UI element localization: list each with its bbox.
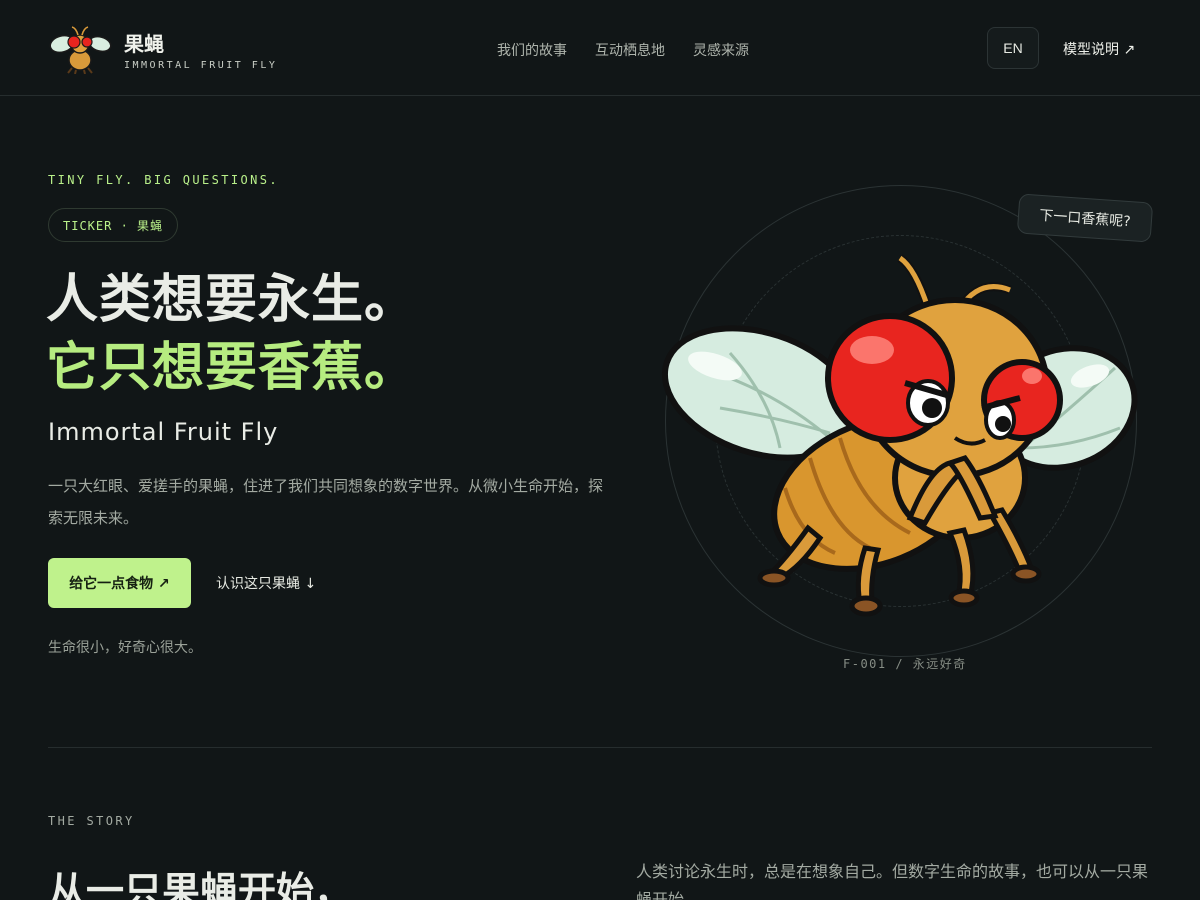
ticker-badge: TICKER · 果蝇: [48, 208, 179, 242]
section-divider: [48, 747, 1152, 748]
story-text: 人类讨论永生时，总是在想象自己。但数字生命的故事，也可以从一只果蝇开始。: [636, 862, 1149, 900]
fruit-fly-logo-icon[interactable]: [48, 24, 112, 74]
hero-eyebrow: TINY FLY. BIG QUESTIONS.: [48, 173, 279, 187]
feed-it-button[interactable]: 给它一点食物 ↗: [48, 558, 191, 608]
story-section-label: THE STORY: [48, 814, 135, 828]
fruit-fly-mascot-illustration[interactable]: [660, 248, 1144, 618]
hero-subtitle: Immortal Fruit Fly: [48, 418, 279, 446]
site-header: 果蝇 IMMORTAL FRUIT FLY 我们的故事 互动栖息地 灵感来源 E…: [0, 0, 1200, 96]
language-toggle-button[interactable]: EN: [987, 27, 1039, 69]
hero-title-line-2: 它只想要香蕉。: [46, 338, 418, 398]
meet-the-fly-link[interactable]: 认识这只果蝇 ↓: [216, 573, 316, 593]
hero-title-line-1: 人类想要永生。: [46, 270, 418, 330]
nav-our-story[interactable]: 我们的故事: [497, 40, 567, 60]
model-info-link[interactable]: 模型说明 ↗: [1063, 39, 1135, 59]
hero-tagline: 生命很小，好奇心很大。: [48, 640, 202, 656]
hero-description: 一只大红眼、爱搓手的果蝇，住进了我们共同想象的数字世界。从微小生命开始，探索无限…: [48, 477, 604, 527]
brand-name[interactable]: 果蝇: [124, 28, 164, 57]
main-nav: 我们的故事 互动栖息地 灵感来源: [497, 40, 749, 60]
brand-subtitle: IMMORTAL FRUIT FLY: [124, 60, 278, 71]
nav-interactive-habitat[interactable]: 互动栖息地: [595, 40, 665, 60]
hero-title: 人类想要永生。 它只想要香蕉。: [46, 266, 417, 402]
nav-inspiration[interactable]: 灵感来源: [693, 40, 749, 60]
mascot-caption: F-001 / 永远好奇: [843, 657, 967, 671]
story-title: 从一只果蝇开始，: [48, 869, 353, 900]
